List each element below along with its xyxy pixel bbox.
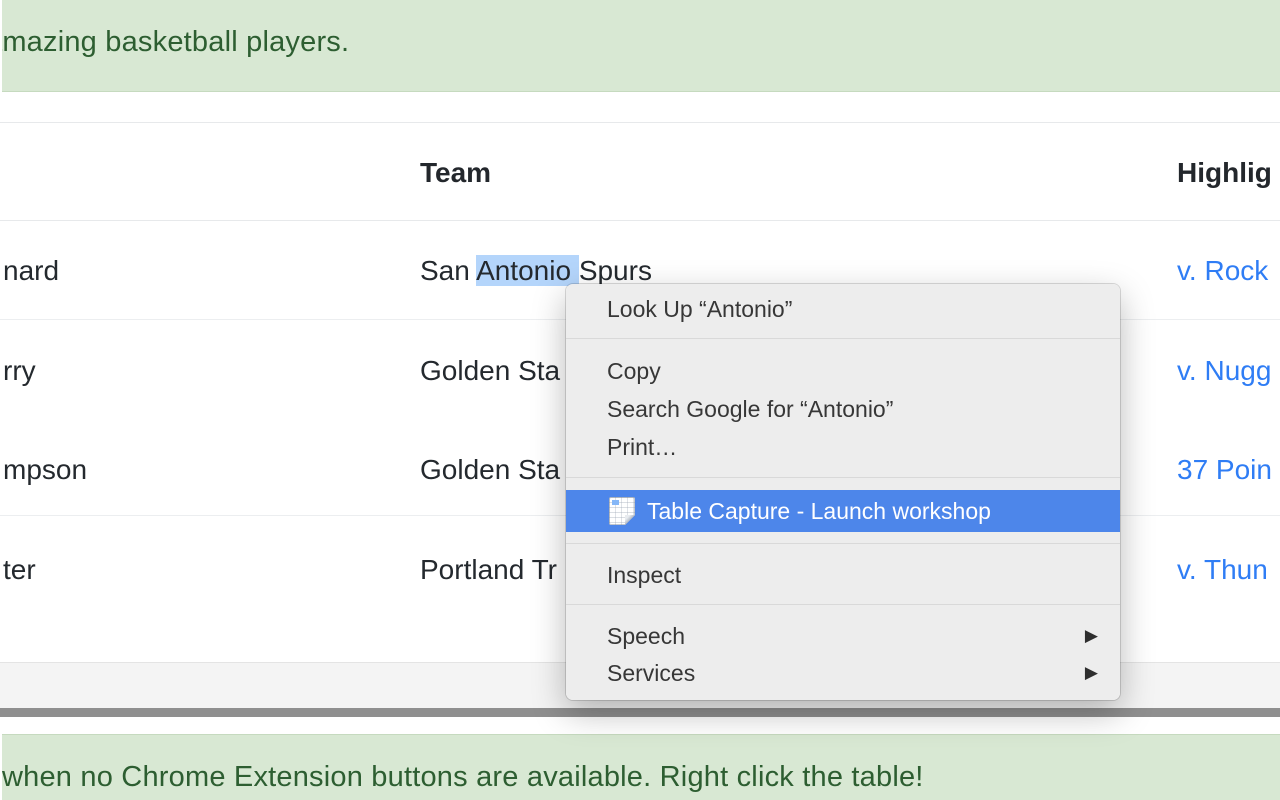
menu-item-search-google[interactable]: Search Google for “Antonio” <box>566 390 1120 428</box>
player-name: ter <box>3 554 36 586</box>
folded-corner <box>625 515 635 525</box>
column-header-highlight: Highlig <box>1177 157 1272 189</box>
highlight-link[interactable]: v. Nugg <box>1177 355 1271 387</box>
bottom-banner-text: when no Chrome Extension buttons are ava… <box>2 761 924 794</box>
submenu-arrow-icon: ▶ <box>1085 654 1098 692</box>
column-header-team: Team <box>420 157 491 189</box>
highlight-link[interactable]: 37 Poin <box>1177 454 1272 486</box>
menu-item-speech-label: Speech <box>607 623 685 649</box>
horizontal-scrollbar[interactable] <box>0 708 1280 717</box>
menu-item-services-label: Services <box>607 660 695 686</box>
menu-item-print[interactable]: Print… <box>566 428 1120 466</box>
team-text-after-selection: Spurs <box>579 255 652 286</box>
menu-item-look-up[interactable]: Look Up “Antonio” <box>566 290 1120 328</box>
submenu-arrow-icon: ▶ <box>1085 617 1098 655</box>
page: amazing basketball players. Team Highlig… <box>0 0 1280 800</box>
menu-separator <box>566 338 1120 339</box>
table-capture-icon <box>609 497 635 525</box>
team-name: Portland Tr <box>420 554 557 586</box>
team-name: Golden Sta <box>420 454 560 486</box>
sheet-marker <box>612 500 619 505</box>
table-header-row: Team Highlig <box>0 122 1280 221</box>
menu-separator <box>566 543 1120 544</box>
menu-separator <box>566 604 1120 605</box>
menu-item-inspect[interactable]: Inspect <box>566 556 1120 594</box>
menu-item-speech[interactable]: Speech ▶ <box>566 617 1120 655</box>
player-name: mpson <box>3 454 87 486</box>
selected-word: Antonio <box>476 255 579 286</box>
team-name: San Antonio Spurs <box>420 255 652 287</box>
team-name: Golden Sta <box>420 355 560 387</box>
bottom-info-banner: when no Chrome Extension buttons are ava… <box>2 734 1280 800</box>
menu-item-copy[interactable]: Copy <box>566 352 1120 390</box>
team-text-before-selection: San <box>420 255 476 286</box>
menu-item-services[interactable]: Services ▶ <box>566 654 1120 692</box>
menu-item-table-capture-label: Table Capture - Launch workshop <box>647 498 991 524</box>
context-menu: Look Up “Antonio” Copy Search Google for… <box>566 284 1120 700</box>
player-name: nard <box>3 255 59 287</box>
menu-item-table-capture[interactable]: Table Capture - Launch workshop <box>566 490 1120 532</box>
menu-separator <box>566 477 1120 478</box>
highlight-link[interactable]: v. Thun <box>1177 554 1268 586</box>
highlight-link[interactable]: v. Rock <box>1177 255 1268 287</box>
top-banner-text: amazing basketball players. <box>2 26 349 59</box>
top-info-banner: amazing basketball players. <box>2 0 1280 92</box>
player-name: rry <box>3 355 36 387</box>
